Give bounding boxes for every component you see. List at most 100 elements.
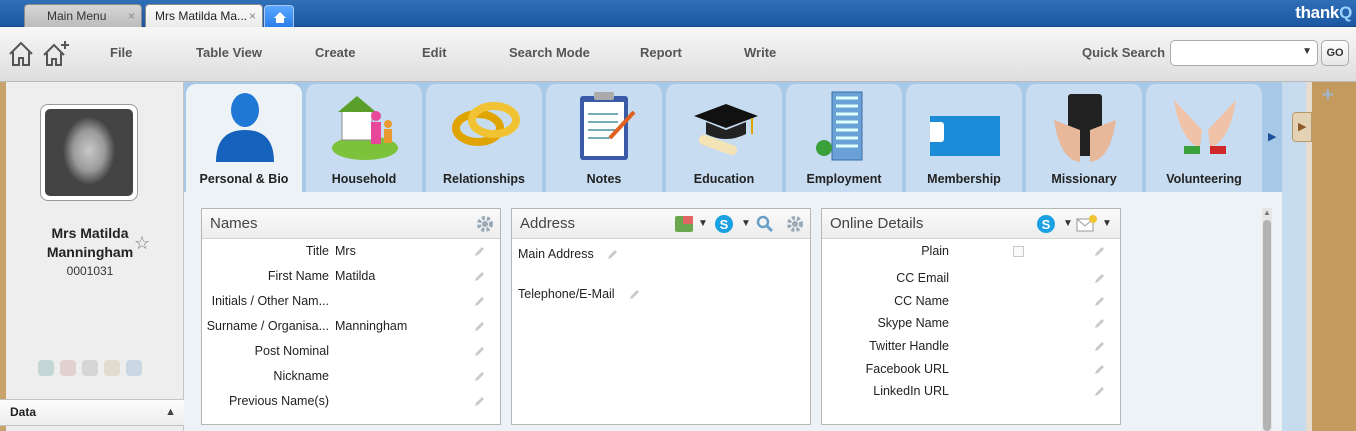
tab-label: Relationships [443, 172, 525, 186]
dropdown-arrow-icon[interactable]: ▼ [1063, 209, 1073, 239]
panel-header: Online Details S ▼ ▼ [822, 209, 1120, 239]
edit-pencil-icon[interactable] [606, 249, 618, 261]
edit-pencil-icon[interactable] [473, 321, 485, 333]
edit-pencil-icon[interactable] [473, 396, 485, 408]
new-home-tab-button[interactable] [264, 5, 294, 27]
home-icon[interactable] [6, 39, 36, 69]
status-icon [104, 360, 120, 376]
menu-edit[interactable]: Edit [422, 45, 447, 60]
dropdown-arrow-icon[interactable]: ▼ [698, 209, 708, 239]
field-value[interactable]: Mrs [335, 244, 465, 258]
menu-file[interactable]: File [110, 45, 132, 60]
status-icon [126, 360, 142, 376]
menu-write[interactable]: Write [744, 45, 776, 60]
field-label: LinkedIn URL [873, 384, 949, 398]
skype-icon[interactable]: S [714, 214, 734, 234]
tab-education[interactable]: Education [666, 84, 782, 192]
tab-household[interactable]: Household [306, 84, 422, 192]
corkboard-toggle[interactable]: ▶ [1292, 112, 1312, 142]
field-value[interactable]: Matilda [335, 269, 465, 283]
skype-icon[interactable]: S [1036, 214, 1056, 234]
edit-pencil-icon[interactable] [473, 371, 485, 383]
graduation-cap-icon [694, 104, 758, 156]
edit-pencil-icon[interactable] [473, 346, 485, 358]
map-icon[interactable] [674, 215, 694, 233]
edit-pencil-icon[interactable] [1093, 386, 1105, 398]
quick-search-input[interactable]: ▼ [1170, 40, 1318, 66]
menu-report[interactable]: Report [640, 45, 682, 60]
panel-title: Online Details [830, 215, 924, 232]
email-icon[interactable] [1076, 215, 1098, 233]
scrollbar-thumb[interactable] [1263, 220, 1271, 431]
dropdown-arrow-icon[interactable]: ▼ [741, 209, 751, 239]
tab-label: Household [331, 172, 397, 186]
tab-label: Volunteering [1166, 172, 1242, 186]
dropdown-arrow-icon[interactable]: ▼ [1302, 46, 1312, 57]
search-icon[interactable] [756, 215, 774, 233]
edit-pencil-icon[interactable] [628, 289, 640, 301]
gear-icon[interactable] [476, 215, 494, 233]
field-label: CC Name [894, 294, 949, 308]
status-icon [82, 360, 98, 376]
close-tab-icon[interactable]: × [249, 5, 256, 27]
tab-contact-record[interactable]: Mrs Matilda Ma... × [145, 4, 263, 27]
menu-create[interactable]: Create [315, 45, 355, 60]
edit-pencil-icon[interactable] [1093, 273, 1105, 285]
edit-pencil-icon[interactable] [1093, 296, 1105, 308]
names-panel: Names [201, 208, 501, 425]
home-add-icon[interactable] [41, 39, 71, 69]
field-label: Skype Name [877, 316, 949, 330]
svg-text:S: S [1042, 217, 1051, 232]
scroll-up-icon[interactable]: ▲ [1263, 208, 1271, 217]
window-tab-bar: Main Menu × Mrs Matilda Ma... × thankQ [0, 0, 1356, 27]
address-panel: Address ▼ S ▼ [511, 208, 811, 425]
star-icon[interactable]: ☆ [134, 233, 150, 254]
close-tab-icon[interactable]: × [128, 5, 135, 27]
field-value[interactable]: Manningham [335, 319, 465, 333]
tab-label: Education [693, 172, 755, 186]
tab-relationships[interactable]: Relationships [426, 84, 542, 192]
rings-icon [452, 102, 520, 146]
edit-pencil-icon[interactable] [473, 246, 485, 258]
membership-card-icon [930, 116, 1000, 156]
panel-title: Address [520, 215, 576, 232]
edit-pencil-icon[interactable] [1093, 341, 1105, 353]
edit-pencil-icon[interactable] [473, 296, 485, 308]
dropdown-arrow-icon[interactable]: ▼ [1102, 209, 1112, 239]
gear-icon[interactable] [786, 215, 804, 233]
person-icon [216, 93, 274, 162]
tab-membership[interactable]: Membership [906, 84, 1022, 192]
tab-label: Main Menu [47, 9, 107, 23]
tab-label: Membership [927, 172, 1001, 186]
contact-photo[interactable] [40, 104, 138, 201]
go-button[interactable]: GO [1321, 40, 1349, 66]
tab-missionary[interactable]: Missionary [1026, 84, 1142, 192]
scroll-tabs-right-icon[interactable]: ▶ [1268, 130, 1276, 143]
field-label: Initials / Other Nam... [211, 294, 329, 308]
tab-personal-bio[interactable]: Personal & Bio [186, 84, 302, 192]
menu-table-view[interactable]: Table View [196, 45, 262, 60]
quick-search-label: Quick Search [1082, 45, 1166, 60]
panel-header: Address ▼ S ▼ [512, 209, 810, 239]
edit-pencil-icon[interactable] [473, 271, 485, 283]
content-scrollbar[interactable]: ▲ [1262, 208, 1272, 431]
chevron-up-icon[interactable]: ▲ [165, 400, 176, 425]
field-label: Main Address [518, 247, 594, 261]
menu-search-mode[interactable]: Search Mode [509, 45, 590, 60]
tab-volunteering[interactable]: Volunteering [1146, 84, 1262, 192]
avatar [45, 109, 133, 196]
field-label: Plain [921, 244, 949, 258]
edit-pencil-icon[interactable] [1093, 318, 1105, 330]
field-label: Twitter Handle [869, 339, 949, 353]
plain-checkbox[interactable] [1013, 246, 1024, 257]
hands-icon [1174, 100, 1236, 154]
bible-icon [1054, 94, 1116, 162]
edit-pencil-icon[interactable] [1093, 246, 1105, 258]
tab-employment[interactable]: Employment [786, 84, 902, 192]
data-section-header[interactable]: Data ▲ [0, 399, 184, 426]
tab-notes[interactable]: Notes [546, 84, 662, 192]
edit-pencil-icon[interactable] [1093, 364, 1105, 376]
add-icon[interactable]: + [1322, 84, 1334, 107]
tab-main-menu[interactable]: Main Menu × [24, 4, 142, 27]
svg-text:S: S [720, 217, 729, 232]
